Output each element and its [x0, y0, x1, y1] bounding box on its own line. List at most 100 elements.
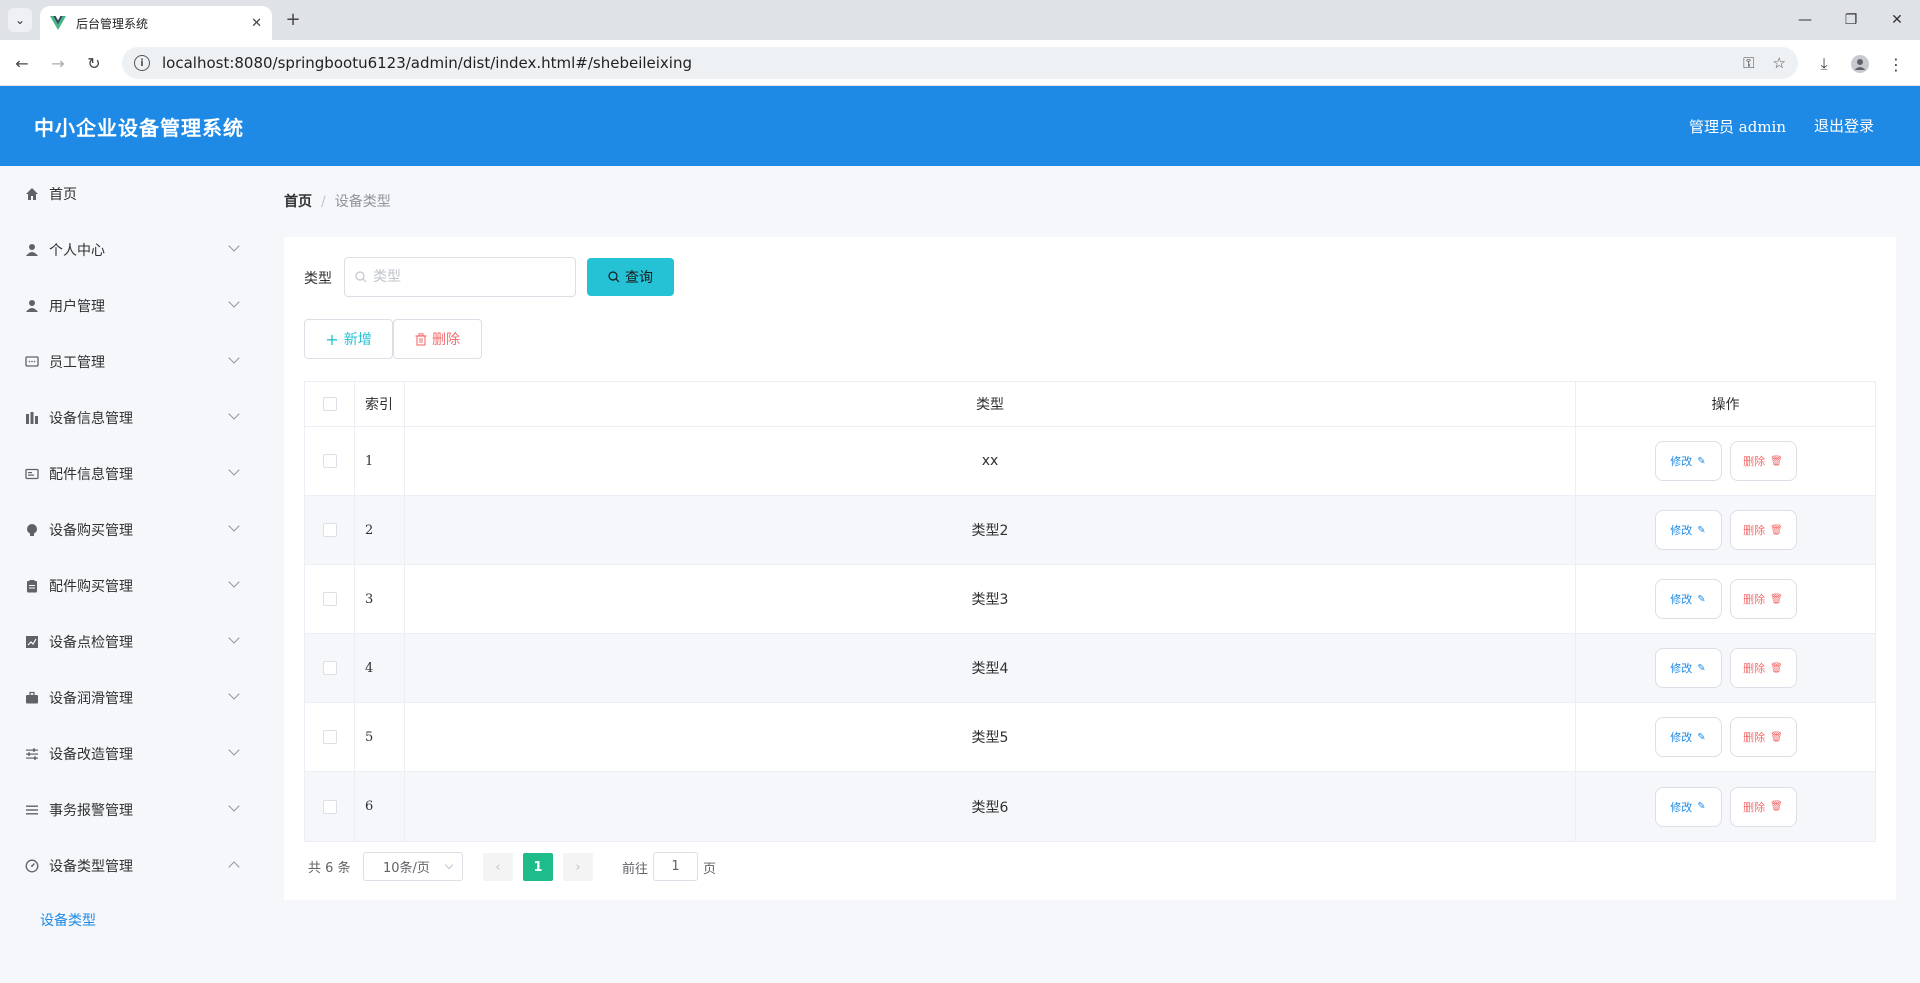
trash-icon: 🗑 — [1770, 455, 1783, 467]
row-checkbox[interactable] — [322, 799, 337, 814]
edit-button[interactable]: 修改 ✎ — [1654, 510, 1722, 550]
sidebar-item-equipment-type[interactable]: 设备类型管理 — [0, 838, 258, 894]
row-select-cell — [305, 772, 355, 841]
sidebar-item-equipment-modification[interactable]: 设备改造管理 — [0, 726, 258, 782]
forward-arrow-icon[interactable]: → — [46, 51, 70, 75]
sidebar-item-user-management[interactable]: 用户管理 — [0, 278, 258, 334]
next-page-button[interactable]: › — [563, 853, 593, 881]
tab-list-chevron-icon[interactable]: ⌄ — [8, 8, 32, 32]
edit-button[interactable]: 修改 ✎ — [1654, 441, 1722, 481]
restore-icon[interactable]: ❐ — [1828, 0, 1874, 40]
breadcrumb-home[interactable]: 首页 — [284, 194, 312, 210]
delete-button[interactable]: 删除 🗑 — [1729, 648, 1797, 688]
edit-button[interactable]: 修改 ✎ — [1654, 648, 1722, 688]
sidebar-item-equipment-lubrication[interactable]: 设备润滑管理 — [0, 670, 258, 726]
cell-actions: 修改 ✎ 删除 🗑 — [1576, 496, 1875, 564]
sidebar-item-label: 设备信息管理 — [49, 411, 133, 427]
sidebar-item-personal-center[interactable]: 个人中心 — [0, 222, 258, 278]
data-table: 索引 类型 操作 1 xx 修改 ✎ 删除 🗑 2 类型2 修改 ✎ 删除 🗑 3 类型3 修改 ✎ 删除 🗑 4 类… — [304, 381, 1876, 842]
bulb-icon — [24, 522, 40, 538]
browser-tab-bar: ⌄ 后台管理系统 ✕ + — ❐ ✕ — [0, 0, 1920, 40]
browser-address-bar: ← → ↻ i localhost:8080/springbootu6123/a… — [0, 40, 1920, 86]
chevron-down-icon — [444, 860, 454, 870]
delete-button-label: 删除 — [1743, 662, 1766, 675]
table-body: 1 xx 修改 ✎ 删除 🗑 2 类型2 修改 ✎ 删除 🗑 3 类型3 修改 ✎ 删除 🗑 4 类型4 修改 ✎ 删除 🗑 5… — [305, 427, 1875, 841]
cell-index: 1 — [355, 427, 405, 495]
sidebar-item-parts-info[interactable]: 配件信息管理 — [0, 446, 258, 502]
new-tab-button[interactable]: + — [282, 9, 304, 31]
page-size-select[interactable]: 10条/页 — [363, 852, 463, 881]
delete-button-label: 删除 — [1743, 524, 1766, 537]
row-checkbox[interactable] — [322, 661, 337, 675]
logout-link[interactable]: 退出登录 — [1814, 115, 1874, 136]
trash-icon: 🗑 — [1770, 731, 1783, 743]
sidebar-item-label: 事务报警管理 — [49, 803, 133, 819]
delete-button[interactable]: 删除 🗑 — [1729, 579, 1797, 619]
edit-button-label: 修改 — [1670, 800, 1693, 814]
add-button-label: 新增 — [343, 332, 372, 348]
delete-button-label: 删除 — [1743, 593, 1766, 606]
sidebar-subitem-equipment-type[interactable]: 设备类型 — [40, 910, 96, 930]
select-all-checkbox[interactable] — [322, 397, 337, 411]
sidebar-item-parts-purchase[interactable]: 配件购买管理 — [0, 558, 258, 614]
id-card-icon — [24, 466, 40, 482]
site-info-icon[interactable]: i — [134, 55, 150, 71]
sidebar-item-label: 设备改造管理 — [49, 747, 133, 763]
row-checkbox[interactable] — [322, 523, 337, 537]
browser-tab[interactable]: 后台管理系统 ✕ — [40, 6, 272, 40]
cell-index: 3 — [355, 565, 405, 633]
search-input[interactable] — [373, 269, 553, 285]
row-checkbox[interactable] — [322, 730, 337, 744]
row-select-cell — [305, 427, 355, 495]
edit-icon: ✎ — [1697, 593, 1706, 605]
sidebar-item-staff-management[interactable]: 员工管理 — [0, 334, 258, 390]
search-field[interactable] — [344, 257, 576, 297]
delete-button[interactable]: 删除 🗑 — [1729, 510, 1797, 550]
gauge-icon — [24, 858, 40, 874]
reload-icon[interactable]: ↻ — [82, 51, 106, 75]
table-row: 2 类型2 修改 ✎ 删除 🗑 — [305, 496, 1875, 565]
sidebar-item-alarm-management[interactable]: 事务报警管理 — [0, 782, 258, 838]
minimize-icon[interactable]: — — [1782, 0, 1828, 40]
query-button[interactable]: 查询 — [587, 258, 674, 296]
home-icon — [24, 186, 40, 202]
sidebar-item-equipment-info[interactable]: 设备信息管理 — [0, 390, 258, 446]
chevron-down-icon — [228, 352, 240, 364]
edit-button[interactable]: 修改 ✎ — [1654, 579, 1722, 619]
goto-page-input[interactable]: 1 — [653, 852, 698, 881]
sidebar-item-equipment-inspection[interactable]: 设备点检管理 — [0, 614, 258, 670]
list-icon — [24, 802, 40, 818]
bookmark-star-icon[interactable]: ☆ — [1773, 54, 1786, 72]
profile-icon[interactable] — [1848, 52, 1872, 76]
prev-page-button[interactable]: ‹ — [483, 853, 513, 881]
trash-icon: 🗑 — [1770, 801, 1783, 812]
chevron-down-icon — [228, 800, 240, 812]
search-icon — [608, 271, 620, 283]
delete-button[interactable]: 删除 🗑 — [1729, 717, 1797, 757]
row-checkbox[interactable] — [322, 454, 337, 468]
close-window-icon[interactable]: ✕ — [1874, 0, 1920, 40]
add-button[interactable]: + 新增 — [304, 319, 393, 359]
back-arrow-icon[interactable]: ← — [10, 51, 34, 75]
line-chart-icon — [24, 634, 40, 650]
edit-button[interactable]: 修改 ✎ — [1654, 786, 1722, 827]
tab-close-icon[interactable]: ✕ — [251, 16, 262, 31]
batch-delete-button[interactable]: 删除 — [393, 319, 482, 359]
cell-actions: 修改 ✎ 删除 🗑 — [1576, 427, 1875, 495]
page-number-current[interactable]: 1 — [523, 853, 553, 881]
row-checkbox[interactable] — [322, 592, 337, 606]
download-icon[interactable]: ⤓ — [1812, 52, 1836, 76]
url-omnibox[interactable]: i localhost:8080/springbootu6123/admin/d… — [122, 47, 1798, 79]
cell-actions: 修改 ✎ 删除 🗑 — [1576, 565, 1875, 633]
delete-button[interactable]: 删除 🗑 — [1729, 786, 1797, 827]
delete-button[interactable]: 删除 🗑 — [1729, 441, 1797, 481]
url-text[interactable]: localhost:8080/springbootu6123/admin/dis… — [162, 54, 1725, 72]
edit-icon: ✎ — [1697, 455, 1706, 467]
edit-button[interactable]: 修改 ✎ — [1654, 717, 1722, 757]
cell-type: xx — [405, 427, 1576, 495]
browser-menu-icon[interactable]: ⋮ — [1884, 52, 1908, 76]
sidebar-item-equipment-purchase[interactable]: 设备购买管理 — [0, 502, 258, 558]
vue-logo-icon — [50, 16, 66, 30]
sidebar-item-home[interactable]: 首页 — [0, 166, 258, 222]
key-icon[interactable]: ⚿ — [1743, 54, 1754, 72]
